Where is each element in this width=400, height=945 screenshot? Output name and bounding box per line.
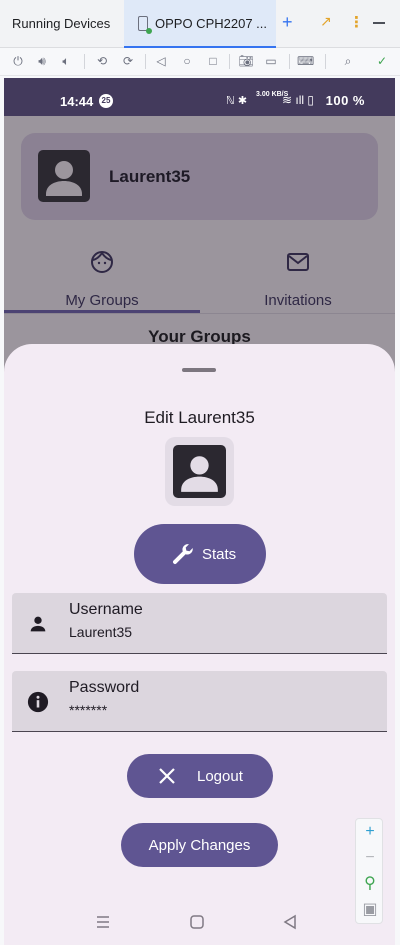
username-field[interactable]: Username Laurent35 <box>12 593 387 654</box>
stats-button[interactable]: Stats <box>134 524 266 584</box>
toolbar-divider <box>289 54 290 69</box>
screenshot-icon[interactable]: 📷︎ <box>238 53 254 69</box>
password-value[interactable]: ******* <box>69 702 107 718</box>
notification-badge: 25 <box>99 94 113 108</box>
wrench-icon <box>172 544 193 565</box>
apply-changes-label: Apply Changes <box>148 837 251 854</box>
volume-down-icon[interactable]: 🔈︎ <box>58 53 74 69</box>
keyboard-icon[interactable]: ⌨ <box>297 53 314 69</box>
avatar <box>173 445 226 498</box>
password-field[interactable]: Password ******* <box>12 671 387 732</box>
zoom-fit-icon[interactable]: ▣ <box>356 898 384 922</box>
username-label: Username <box>69 601 143 618</box>
face-icon <box>91 251 113 273</box>
device-search-icon[interactable]: ⌕ <box>340 53 356 69</box>
tab-my-groups[interactable]: My Groups <box>4 246 200 314</box>
avatar-picker[interactable] <box>165 437 234 506</box>
person-icon <box>181 456 218 492</box>
sheet-title: Edit Laurent35 <box>144 408 255 427</box>
recents-icon[interactable] <box>95 914 111 930</box>
toolbar-divider <box>145 54 146 69</box>
stats-button-label: Stats <box>202 546 237 563</box>
back-icon[interactable] <box>282 914 298 930</box>
home-icon[interactable]: ○ <box>179 53 195 69</box>
power-icon[interactable]: ⏻ <box>10 53 26 69</box>
back-icon[interactable]: ◁ <box>153 53 169 69</box>
rotate-left-icon[interactable]: ⟲ <box>94 53 110 69</box>
phone-icon <box>138 16 152 34</box>
ide-tab-bar: Running Devices OPPO CPH2207 ... + ↗ ⋮ <box>0 0 400 48</box>
zoom-in-button[interactable]: + <box>356 820 384 844</box>
screen-record-icon[interactable]: ▭ <box>263 53 279 69</box>
toolbar-divider <box>84 54 85 69</box>
checkmark-icon[interactable]: ✓ <box>374 53 390 69</box>
profile-card[interactable]: Laurent35 <box>21 133 378 220</box>
toolbar-divider <box>325 54 326 69</box>
tab-label: Invitations <box>264 292 332 309</box>
zoom-actual-size-icon[interactable]: ⚲ <box>356 872 384 896</box>
ide-tool-window-title: Running Devices <box>12 16 111 31</box>
wifi-signal-icon: ≋ ıll ▯ <box>282 93 314 107</box>
tab-invitations[interactable]: Invitations <box>200 246 395 314</box>
overview-icon[interactable]: □ <box>205 53 221 69</box>
rotate-right-icon[interactable]: ⟳ <box>120 53 136 69</box>
person-icon <box>46 161 82 196</box>
expand-arrow-icon[interactable]: ↗ <box>320 13 332 30</box>
nfc-bluetooth-icon: ℕ ✱ <box>226 95 248 107</box>
edit-profile-sheet: Edit Laurent35 Stats Username Laurent35 <box>4 344 395 945</box>
mail-icon <box>287 253 309 271</box>
device-tab[interactable]: OPPO CPH2207 ... <box>124 0 276 48</box>
device-toolbar: ⏻ 🔊︎ 🔈︎ ⟲ ⟳ ◁ ○ □ 📷︎ ▭ ⌨ ⌕ ✓ <box>0 48 400 76</box>
tab-divider <box>4 313 395 314</box>
logout-button[interactable]: Logout <box>127 754 273 798</box>
status-time: 14:44 <box>60 94 94 109</box>
password-label: Password <box>69 679 140 696</box>
add-device-button[interactable]: + <box>282 12 293 33</box>
volume-up-icon[interactable]: 🔊︎ <box>34 53 50 69</box>
status-bar: 14:44 25 ℕ ✱ 3.00 KB/S ≋ ıll ▯ 100 % <box>4 78 395 116</box>
toolbar-divider <box>229 54 230 69</box>
minimize-button[interactable] <box>373 22 385 24</box>
more-options-button[interactable]: ⋮ <box>349 13 364 31</box>
info-icon <box>27 691 49 713</box>
logout-button-label: Logout <box>197 768 243 785</box>
profile-username: Laurent35 <box>109 167 191 186</box>
avatar <box>38 150 90 202</box>
username-value[interactable]: Laurent35 <box>69 624 132 640</box>
apply-changes-button[interactable]: Apply Changes <box>121 823 278 867</box>
zoom-controls: + − ⚲ ▣ <box>355 818 383 924</box>
close-icon <box>159 768 175 784</box>
tab-bar: My Groups Invitations <box>4 246 395 314</box>
device-tab-label: OPPO CPH2207 ... <box>155 16 267 31</box>
battery-level: 100 % <box>325 93 365 108</box>
tab-label: My Groups <box>65 292 139 309</box>
device-screen: 14:44 25 ℕ ✱ 3.00 KB/S ≋ ıll ▯ 100 % Lau… <box>4 78 395 945</box>
drag-handle[interactable] <box>182 368 216 372</box>
home-icon[interactable] <box>189 914 205 930</box>
android-nav-bar <box>4 900 395 945</box>
person-icon <box>30 616 46 632</box>
zoom-out-button[interactable]: − <box>356 846 384 870</box>
